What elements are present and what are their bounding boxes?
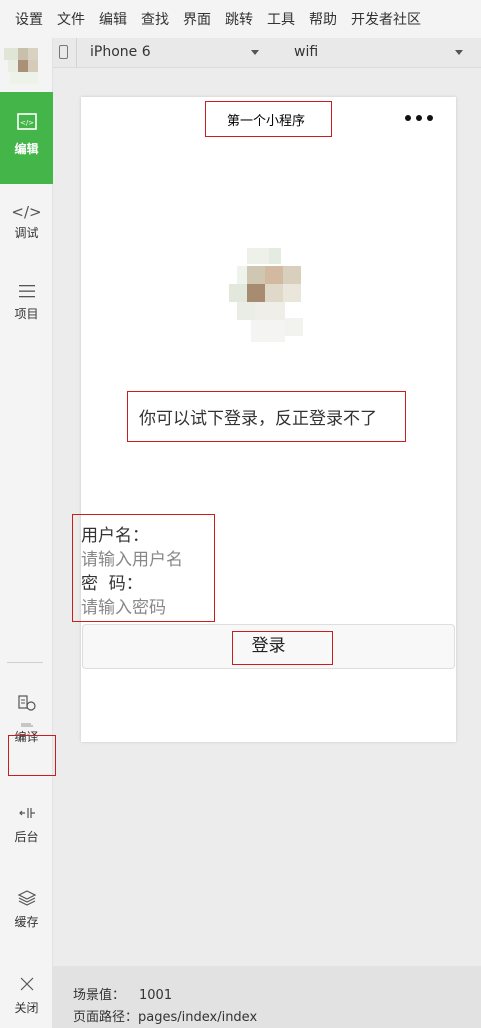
username-label: 用户名： [81, 526, 149, 546]
chevron-down-icon[interactable] [455, 50, 463, 55]
page-title: 第一个小程序 [227, 114, 306, 129]
password-label: 密 码： [81, 574, 143, 594]
menu-dev-community[interactable]: 开发者社区 [351, 9, 421, 29]
menu-find[interactable]: 查找 [141, 9, 169, 29]
user-avatar-image [229, 248, 305, 344]
menu-view[interactable]: 界面 [183, 9, 211, 29]
status-bar: 场景值： 1001 页面路径：pages/index/index [53, 966, 481, 1028]
menu-edit[interactable]: 编辑 [99, 9, 127, 29]
menu-help[interactable]: 帮助 [309, 9, 337, 29]
chevron-down-icon[interactable] [251, 50, 259, 55]
menu-settings[interactable]: 设置 [15, 9, 43, 29]
sidebar-item-label: 编辑 [14, 142, 39, 156]
sidebar-item-compile[interactable]: 编译 [0, 694, 53, 745]
scene-value: 1001 [139, 988, 173, 1003]
sidebar-item-close[interactable]: 关闭 [0, 975, 53, 1016]
scene-label: 场景值： [73, 988, 126, 1003]
svg-text:</>: </> [19, 119, 33, 127]
phone-icon [59, 45, 68, 59]
sidebar-item-label: 编译 [14, 730, 39, 744]
sidebar-divider [7, 662, 43, 663]
sidebar: </> 编辑 </> 调试 项目 编译 后台 缓存 关闭 [0, 38, 53, 1028]
password-input[interactable]: 请输入密码 [81, 596, 183, 620]
nav-bar: 第一个小程序 [81, 97, 456, 139]
avatar[interactable] [0, 42, 53, 92]
username-input[interactable]: 请输入用户名 [81, 548, 183, 572]
login-form: 用户名： 请输入用户名 密 码： 请输入密码 [81, 524, 183, 620]
sidebar-item-label: 调试 [14, 226, 39, 240]
sidebar-item-label: 后台 [14, 830, 39, 844]
layers-icon [0, 889, 53, 913]
menu-icon [0, 281, 53, 305]
sidebar-item-label: 项目 [14, 307, 39, 321]
notice-text: 你可以试下登录，反正登录不了 [139, 409, 377, 429]
scene-row: 场景值： 1001 [73, 984, 172, 1003]
simulator-screen: 第一个小程序 你可以试下登录，反正登录不了 用户名： 请输入用户名 密 码： 请… [81, 97, 456, 742]
network-select[interactable]: wifi [294, 44, 318, 60]
device-toolbar: iPhone 6 wifi [53, 38, 481, 68]
divider [76, 38, 77, 68]
sidebar-item-edit[interactable]: </> 编辑 [0, 92, 53, 184]
close-icon [0, 975, 53, 999]
sidebar-item-debug[interactable]: </> 调试 [0, 200, 53, 241]
compile-icon [0, 694, 53, 727]
path-label: 页面路径： [73, 1010, 139, 1025]
sidebar-item-label: 关闭 [14, 1001, 39, 1015]
sidebar-item-cache[interactable]: 缓存 [0, 889, 53, 930]
more-icon[interactable] [405, 115, 433, 121]
path-value: pages/index/index [138, 1010, 258, 1025]
path-row: 页面路径：pages/index/index [73, 1006, 257, 1025]
menu-bar: 设置 文件 编辑 查找 界面 跳转 工具 帮助 开发者社区 [0, 0, 481, 38]
sidebar-item-background[interactable]: 后台 [0, 804, 53, 845]
sidebar-item-project[interactable]: 项目 [0, 281, 53, 322]
sidebar-item-label: 缓存 [14, 915, 39, 929]
menu-goto[interactable]: 跳转 [225, 9, 253, 29]
login-button[interactable]: 登录 [82, 624, 455, 669]
code-icon: </> [11, 203, 42, 221]
menu-tools[interactable]: 工具 [267, 9, 295, 29]
menu-file[interactable]: 文件 [57, 9, 85, 29]
background-icon [0, 804, 53, 828]
code-box-icon: </> [0, 112, 53, 136]
device-select[interactable]: iPhone 6 [90, 44, 151, 60]
